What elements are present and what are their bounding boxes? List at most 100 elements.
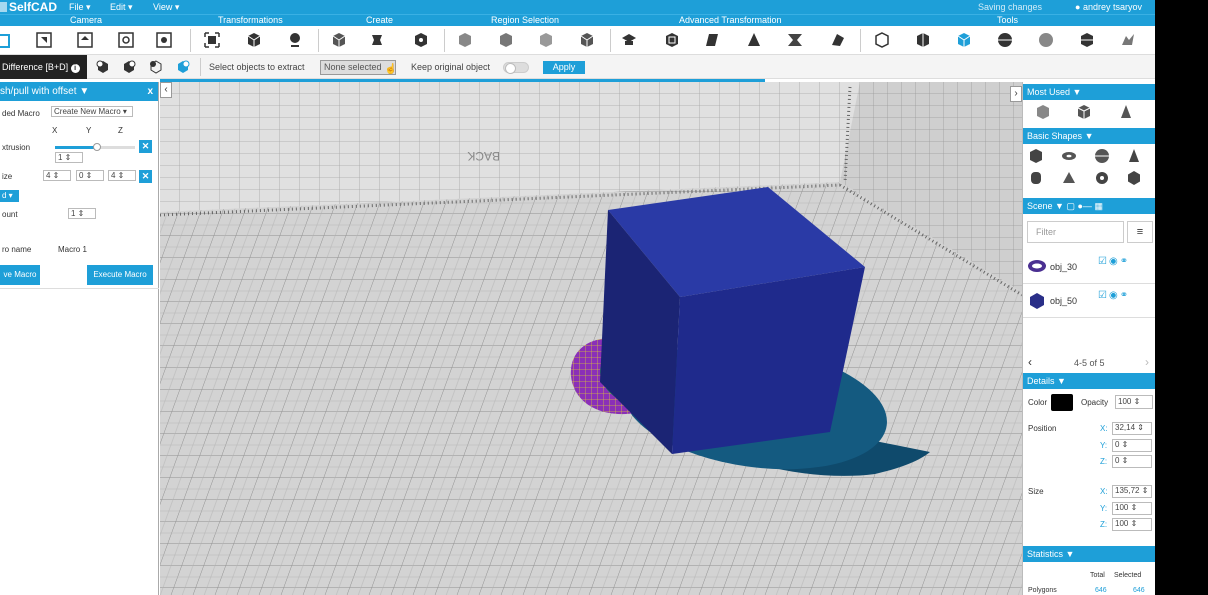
shape-hexagon-icon[interactable] — [1126, 170, 1142, 186]
chevron-down-icon[interactable]: ▼ — [79, 86, 89, 97]
select-edge-icon[interactable] — [497, 31, 515, 49]
scene-object-row[interactable]: obj_30 ☑◉⚭ — [1023, 250, 1155, 284]
size-z-input[interactable]: 4 ⇕ — [108, 170, 136, 181]
tool-mesh-icon[interactable] — [1037, 31, 1055, 49]
diff-mode-a-icon[interactable] — [96, 60, 110, 74]
most-used-header[interactable]: Most Used ▼ — [1023, 84, 1155, 100]
shape-sphere-icon[interactable] — [1094, 148, 1110, 164]
save-macro-button[interactable]: ve Macro — [0, 265, 40, 285]
3d-viewport[interactable]: BACK ‹ › — [160, 82, 1022, 595]
shape-box-icon[interactable] — [1076, 104, 1092, 120]
diff-mode-d-icon[interactable] — [176, 60, 190, 74]
diff-mode-b-icon[interactable] — [122, 60, 136, 74]
axis-y-label: Y — [86, 126, 92, 135]
execute-macro-button[interactable]: Execute Macro — [87, 265, 153, 285]
pager-prev-button[interactable]: ‹ — [1028, 355, 1032, 369]
tool-sculpt-icon[interactable] — [1119, 31, 1137, 49]
adv-twist-icon[interactable] — [704, 31, 722, 49]
camera-front-icon[interactable] — [35, 31, 53, 49]
scene-filter-input[interactable]: Filter — [1027, 221, 1124, 243]
create-shape-icon[interactable] — [368, 31, 386, 49]
scene-header[interactable]: Scene ▼ ▢ ●— ▦ — [1023, 198, 1155, 214]
pager-next-button[interactable]: › — [1145, 355, 1149, 369]
position-z-input[interactable]: 0 ⇕ — [1112, 455, 1152, 468]
color-swatch[interactable] — [1051, 394, 1073, 411]
select-object-icon[interactable] — [578, 31, 596, 49]
keep-original-toggle[interactable] — [503, 62, 529, 74]
statistics-header[interactable]: Statistics ▼ — [1023, 546, 1155, 562]
extrusion-input[interactable]: 1 ⇕ — [55, 152, 83, 163]
app-logo[interactable]: SelfCAD — [0, 0, 57, 14]
tool-intersect-icon[interactable] — [914, 31, 932, 49]
menu-edit[interactable]: Edit ▾ — [110, 0, 133, 14]
view-mode-icon[interactable]: ▢ — [1066, 201, 1075, 211]
info-icon[interactable]: i — [70, 64, 80, 73]
extract-objects-select[interactable]: None selected ☝ — [320, 60, 397, 75]
tool-difference-icon[interactable] — [955, 31, 973, 49]
adv-cone-icon[interactable] — [745, 31, 763, 49]
mode-dropdown[interactable]: d ▾ — [0, 190, 19, 202]
extrusion-slider-track[interactable] — [55, 143, 135, 151]
collapse-left-panel-button[interactable]: ‹ — [160, 82, 172, 98]
adv-bevel-icon[interactable] — [620, 31, 638, 49]
macro-name-value[interactable]: Macro 1 — [58, 245, 87, 254]
select-vertex-icon[interactable] — [456, 31, 474, 49]
create-box-icon[interactable] — [412, 31, 430, 49]
shape-cube-icon[interactable] — [1035, 104, 1051, 120]
select-face-icon[interactable] — [537, 31, 555, 49]
apply-button[interactable]: Apply — [543, 61, 585, 74]
details-header[interactable]: Details ▼ — [1023, 373, 1155, 389]
extrusion-slider-handle[interactable] — [93, 143, 101, 151]
camera-side-icon[interactable] — [117, 31, 135, 49]
shape-torus-icon[interactable] — [1061, 148, 1077, 164]
visibility-lock-icons[interactable]: ☑◉⚭ — [1098, 256, 1130, 267]
shape-pyramid-icon[interactable] — [1061, 170, 1077, 186]
collapse-right-panel-button[interactable]: › — [1010, 86, 1022, 102]
position-x-input[interactable]: 32,14 ⇕ — [1112, 422, 1152, 435]
shape-gear-icon[interactable] — [1094, 170, 1110, 186]
basic-shapes-header[interactable]: Basic Shapes ▼ — [1023, 128, 1155, 144]
create-cube-icon[interactable] — [330, 31, 348, 49]
menu-view[interactable]: View ▾ — [153, 0, 179, 14]
size-x-input[interactable]: 4 ⇕ — [43, 170, 71, 181]
camera-reset-icon[interactable] — [0, 32, 12, 50]
size-x-input[interactable]: 135,72 ⇕ — [1112, 485, 1152, 498]
shape-cube-icon[interactable] — [1028, 148, 1044, 164]
adv-extrude-icon[interactable] — [663, 31, 681, 49]
position-y-input[interactable]: 0 ⇕ — [1112, 439, 1152, 452]
size-y-input[interactable]: 100 ⇕ — [1112, 502, 1152, 515]
macro-select[interactable]: Create New Macro ▾ — [51, 106, 133, 117]
filter-icon[interactable]: ≡ — [1127, 221, 1153, 243]
scene-object-row[interactable]: obj_50 ☑◉⚭ — [1023, 284, 1155, 318]
visibility-lock-icons[interactable]: ☑◉⚭ — [1098, 290, 1130, 301]
tool-union-icon[interactable] — [873, 31, 891, 49]
toggle-icon[interactable]: ●— — [1077, 201, 1091, 211]
diff-mode-c-icon[interactable] — [149, 60, 163, 74]
extrusion-reset-button[interactable]: ✕ — [139, 140, 152, 153]
tool-slice-icon[interactable] — [1078, 31, 1096, 49]
shape-cone-icon[interactable] — [1126, 148, 1142, 164]
size-z-input[interactable]: 100 ⇕ — [1112, 518, 1152, 531]
camera-top-icon[interactable] — [76, 31, 94, 49]
count-input[interactable]: 1 ⇕ — [68, 208, 96, 219]
scene-canvas[interactable]: BACK — [160, 82, 1022, 595]
size-y-input[interactable]: 0 ⇕ — [76, 170, 104, 181]
transform-move-icon[interactable] — [203, 31, 221, 49]
transform-scale-icon[interactable] — [286, 31, 304, 49]
close-panel-button[interactable]: x — [147, 82, 153, 101]
size-reset-button[interactable]: ✕ — [139, 170, 152, 183]
adv-taper-icon[interactable] — [828, 31, 846, 49]
transform-rotate-icon[interactable] — [245, 31, 263, 49]
opacity-input[interactable]: 100 ⇕ — [1115, 395, 1153, 409]
color-label: Color — [1028, 398, 1048, 407]
grid-view-icon[interactable]: ▦ — [1094, 201, 1103, 211]
shape-cone-icon[interactable] — [1118, 104, 1134, 120]
active-tool-label[interactable]: Difference [B+D] i — [0, 55, 87, 79]
shape-cylinder-icon[interactable] — [1028, 170, 1044, 186]
camera-capture-icon[interactable] — [155, 31, 173, 49]
menu-file[interactable]: File ▾ — [69, 0, 91, 14]
adv-bend-icon[interactable] — [786, 31, 804, 49]
user-menu[interactable]: ● andrey tsaryov — [1075, 0, 1142, 14]
tool-sphere-icon[interactable] — [996, 31, 1014, 49]
stats-total-header: Total — [1090, 572, 1105, 579]
